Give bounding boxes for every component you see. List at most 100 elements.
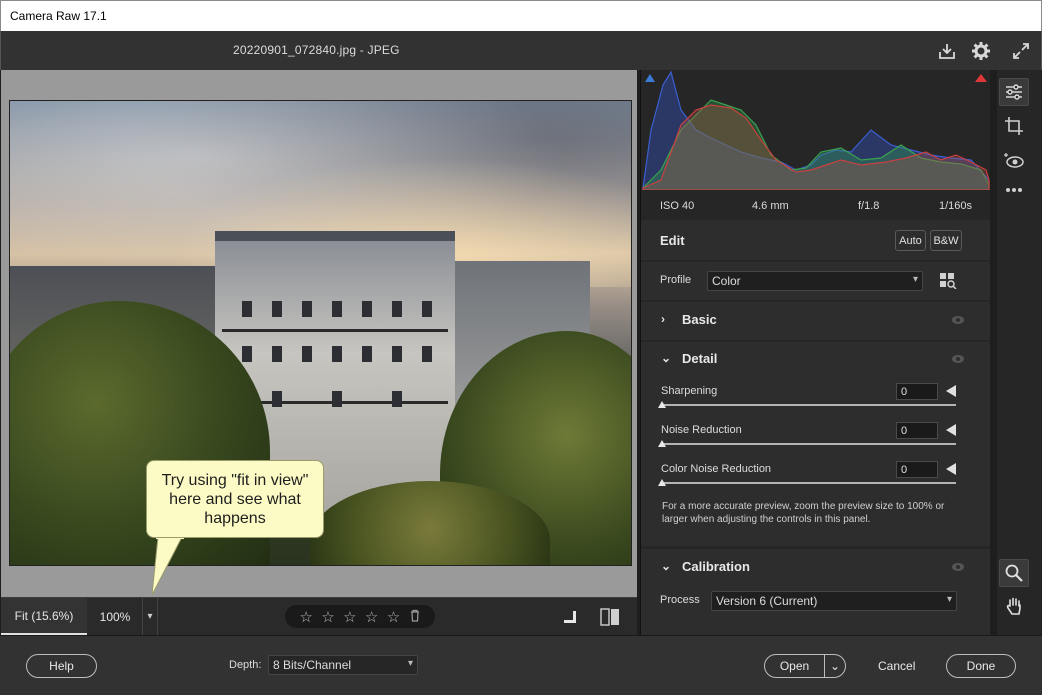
chevron-down-icon[interactable]: ⌄ [661,351,671,365]
help-button[interactable]: Help [26,654,97,678]
redeye-icon[interactable] [999,147,1029,175]
noise-reduction-slider[interactable] [661,443,956,445]
sharpening-input[interactable]: 0 [896,383,938,400]
color-noise-reduction-slider-thumb[interactable] [658,479,666,486]
window-titlebar: Camera Raw 17.1 [0,0,1042,31]
hand-tool-icon[interactable] [999,592,1029,620]
edit-panel: ISO 40 4.6 mm f/1.8 1/160s Edit Auto B&W… [640,70,991,635]
done-button[interactable]: Done [946,654,1016,678]
noise-reduction-input[interactable]: 0 [896,422,938,439]
chevron-down-icon: ▾ [912,274,918,285]
basic-title: Basic [682,312,717,327]
process-select[interactable]: Version 6 (Current) ▾ [711,591,957,611]
histogram [641,70,991,191]
edit-sliders-icon[interactable] [999,78,1029,106]
profile-browser-icon[interactable] [940,273,958,290]
chevron-right-icon: › [661,312,665,326]
sharpening-slider-thumb[interactable] [658,401,666,408]
process-label: Process [660,594,700,606]
photo-window [392,391,402,407]
star-icon[interactable]: ☆ [343,608,356,626]
photo-window [272,391,282,407]
more-icon[interactable] [999,176,1029,204]
shutter-value: 1/160s [939,200,973,212]
open-options-chevron-icon[interactable]: ⌄ [824,654,846,678]
photo-window [392,301,402,317]
cancel-button[interactable]: Cancel [878,659,915,673]
basic-section[interactable]: › Basic [641,302,991,340]
callout-note: Try using "fit in view" here and see wha… [146,460,324,538]
shadow-clipping-icon [645,74,655,82]
star-icon[interactable]: ☆ [387,608,400,626]
process-value: Version 6 (Current) [716,594,818,608]
camera-info: ISO 40 4.6 mm f/1.8 1/160s [641,192,991,220]
star-icon[interactable]: ☆ [321,608,334,626]
star-icon[interactable]: ☆ [365,608,378,626]
aperture-value: f/1.8 [858,200,880,212]
zoom-tool-icon[interactable] [999,559,1029,587]
color-noise-reduction-input[interactable]: 0 [896,461,938,478]
trash-icon[interactable] [409,609,421,625]
footer-bar: Help Depth: 8 Bits/Channel ▾ Open ⌄ Canc… [0,635,1042,695]
background-toggle-icon[interactable] [563,610,577,624]
bw-button[interactable]: B&W [930,230,962,251]
tool-strip [997,70,1041,635]
auto-button[interactable]: Auto [895,230,926,251]
color-noise-reduction-label: Color Noise Reduction [661,463,772,475]
zoom-100-button[interactable]: 100% [88,598,142,635]
noise-reduction-reset-icon[interactable] [946,424,956,436]
iso-value: ISO 40 [660,200,695,212]
photo-window [422,301,432,317]
file-name: 20220901_072840.jpg - JPEG [233,43,400,57]
fullscreen-icon[interactable] [1009,39,1033,63]
gear-icon[interactable] [969,39,993,63]
photo-window [302,346,312,362]
calibration-title: Calibration [682,559,750,574]
chevron-down-icon[interactable]: ⌄ [661,559,671,573]
noise-reduction-label: Noise Reduction [661,424,742,436]
edit-header: Edit Auto B&W [641,220,991,260]
save-image-icon[interactable] [935,39,959,63]
noise-reduction-slider-thumb[interactable] [658,440,666,447]
color-noise-reduction-reset-icon[interactable] [946,463,956,475]
open-button[interactable]: Open [764,654,825,678]
profile-value: Color [712,274,741,288]
before-after-icon[interactable] [599,607,621,627]
edit-title: Edit [660,233,685,248]
photo-window [392,346,402,362]
chevron-down-icon: ▾ [407,658,413,669]
chevron-down-icon: ▾ [946,594,952,605]
focal-length-value: 4.6 mm [752,200,789,212]
detail-title: Detail [682,351,718,366]
sharpening-reset-icon[interactable] [946,385,956,397]
photo-window [332,391,342,407]
profile-label: Profile [660,274,692,286]
profile-select[interactable]: Color ▾ [707,271,923,291]
eye-icon[interactable] [951,313,965,327]
photo-balcony [222,329,448,332]
eye-icon[interactable] [951,352,965,366]
star-icon[interactable]: ☆ [299,608,312,626]
callout-tail [151,537,184,596]
profile-row: Profile Color ▾ [641,262,991,300]
photo-window [362,346,372,362]
calibration-section: ⌄ Calibration Process Version 6 (Current… [641,549,991,635]
crop-icon[interactable] [999,112,1029,140]
sharpening-label: Sharpening [661,385,718,397]
photo-window [332,301,342,317]
photo-window [272,301,282,317]
sharpening-slider[interactable] [661,404,956,406]
photo-window [302,301,312,317]
photo-window [272,346,282,362]
header-bar: 20220901_072840.jpg - JPEG [0,31,1042,70]
zoom-fit-button[interactable]: Fit (15.6%) [1,598,87,635]
panel-scrollbar[interactable] [990,70,997,635]
color-noise-reduction-slider[interactable] [661,482,956,484]
chevron-down-icon[interactable]: ▾ [142,598,158,635]
eye-icon[interactable] [951,560,965,574]
depth-value: 8 Bits/Channel [273,658,352,672]
preview-toolbar: Fit (15.6%) 100% ▾ ☆ ☆ ☆ ☆ ☆ [1,597,637,635]
photo-window [242,346,252,362]
depth-select[interactable]: 8 Bits/Channel ▾ [268,655,418,675]
rating-stars: ☆ ☆ ☆ ☆ ☆ [285,605,435,628]
